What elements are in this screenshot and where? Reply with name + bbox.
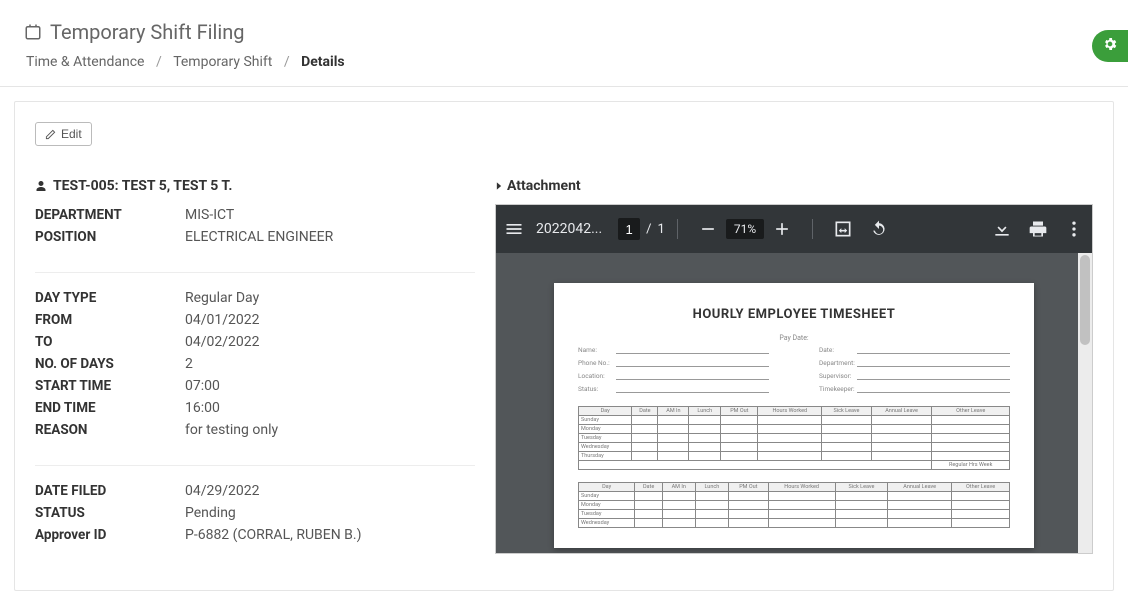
- detail-row: DATE FILED04/29/2022: [35, 480, 475, 502]
- pdf-page-total: 1: [658, 222, 665, 237]
- menu-icon: [504, 219, 524, 239]
- print-icon: [1028, 219, 1048, 239]
- detail-row: Approver IDP-6882 (CORRAL, RUBEN B.): [35, 524, 475, 546]
- timesheet-meta-left: Name:Phone No.:Location:Status:: [578, 344, 769, 396]
- divider: [35, 465, 475, 466]
- download-icon: [992, 219, 1012, 239]
- breadcrumb-separator: /: [284, 54, 290, 70]
- detail-row: FROM04/01/2022: [35, 309, 475, 331]
- pdf-zoom-out-button[interactable]: [690, 211, 726, 247]
- pdf-toolbar-sep: [677, 219, 678, 239]
- person-label: TEST-005: TEST 5, TEST 5 T.: [53, 178, 232, 194]
- person-header: TEST-005: TEST 5, TEST 5 T.: [35, 178, 475, 194]
- details-card: Edit TEST-005: TEST 5, TEST 5 T. DEPARTM…: [14, 101, 1114, 591]
- detail-row: POSITIONELECTRICAL ENGINEER: [35, 226, 475, 248]
- more-vertical-icon: [1064, 219, 1084, 239]
- details-column: TEST-005: TEST 5, TEST 5 T. DEPARTMENTMI…: [35, 178, 475, 570]
- pdf-toolbar-sep: [812, 219, 813, 239]
- pdf-viewer: 2022042... / 1 71%: [495, 204, 1093, 554]
- breadcrumb: Time & Attendance / Temporary Shift / De…: [24, 54, 1104, 70]
- pdf-page: HOURLY EMPLOYEE TIMESHEET Pay Date: Name…: [554, 283, 1034, 548]
- timesheet-paydate-label: Pay Date:: [578, 334, 1010, 342]
- divider: [35, 272, 475, 273]
- person-icon: [35, 179, 47, 193]
- detail-group-status: DATE FILED04/29/2022 STATUSPending Appro…: [35, 480, 475, 546]
- rotate-icon: [869, 219, 889, 239]
- detail-row: DEPARTMENTMIS-ICT: [35, 204, 475, 226]
- breadcrumb-item[interactable]: Time & Attendance: [26, 54, 144, 70]
- pdf-page-sep: /: [646, 222, 651, 237]
- pdf-rotate-button[interactable]: [861, 211, 897, 247]
- timesheet-table-1: DayDateAM InLunchPM OutHours WorkedSick …: [578, 406, 1010, 470]
- edit-button-label: Edit: [61, 127, 82, 141]
- detail-row: STATUSPending: [35, 502, 475, 524]
- pdf-menu-button[interactable]: [496, 211, 532, 247]
- timesheet-table-2: DayDateAM InLunchPM OutHours WorkedSick …: [578, 482, 1010, 528]
- pdf-canvas[interactable]: HOURLY EMPLOYEE TIMESHEET Pay Date: Name…: [496, 253, 1092, 553]
- pdf-zoom-in-button[interactable]: [764, 211, 800, 247]
- detail-group-basic: DEPARTMENTMIS-ICT POSITIONELECTRICAL ENG…: [35, 204, 475, 248]
- detail-row: DAY TYPERegular Day: [35, 287, 475, 309]
- breadcrumb-item[interactable]: Temporary Shift: [173, 54, 272, 70]
- pencil-icon: [45, 129, 56, 140]
- pdf-filename: 2022042...: [536, 221, 602, 237]
- edit-button[interactable]: Edit: [35, 122, 92, 146]
- pdf-scrollbar[interactable]: [1078, 253, 1092, 553]
- gear-icon: [1102, 36, 1118, 56]
- attachment-column: Attachment 2022042... / 1: [495, 178, 1093, 570]
- detail-row: REASONfor testing only: [35, 419, 475, 441]
- detail-row: NO. OF DAYS2: [35, 353, 475, 375]
- calendar-icon: [24, 23, 42, 41]
- pdf-zoom-percent: 71%: [726, 219, 764, 239]
- pdf-download-button[interactable]: [984, 211, 1020, 247]
- pdf-page-input[interactable]: [618, 218, 640, 240]
- plus-icon: [772, 219, 792, 239]
- breadcrumb-current: Details: [301, 54, 345, 70]
- pdf-scrollbar-thumb[interactable]: [1080, 255, 1090, 345]
- page-header: Temporary Shift Filing Time & Attendance…: [0, 0, 1128, 87]
- pdf-print-button[interactable]: [1020, 211, 1056, 247]
- pdf-fit-button[interactable]: [825, 211, 861, 247]
- detail-row: START TIME07:00: [35, 375, 475, 397]
- breadcrumb-separator: /: [156, 54, 162, 70]
- pdf-more-button[interactable]: [1056, 211, 1092, 247]
- fit-page-icon: [833, 219, 853, 239]
- page-title: Temporary Shift Filing: [50, 20, 245, 44]
- attachment-header[interactable]: Attachment: [495, 178, 1093, 194]
- timesheet-title: HOURLY EMPLOYEE TIMESHEET: [578, 307, 1010, 322]
- pdf-toolbar: 2022042... / 1 71%: [496, 205, 1092, 253]
- minus-icon: [698, 219, 718, 239]
- detail-group-shift: DAY TYPERegular Day FROM04/01/2022 TO04/…: [35, 287, 475, 441]
- caret-right-icon: [495, 181, 503, 191]
- settings-fab[interactable]: [1092, 30, 1128, 62]
- detail-row: END TIME16:00: [35, 397, 475, 419]
- timesheet-meta-right: Date:Department:Supervisor:Timekeeper:: [819, 344, 1010, 396]
- detail-row: TO04/02/2022: [35, 331, 475, 353]
- attachment-label: Attachment: [507, 178, 581, 194]
